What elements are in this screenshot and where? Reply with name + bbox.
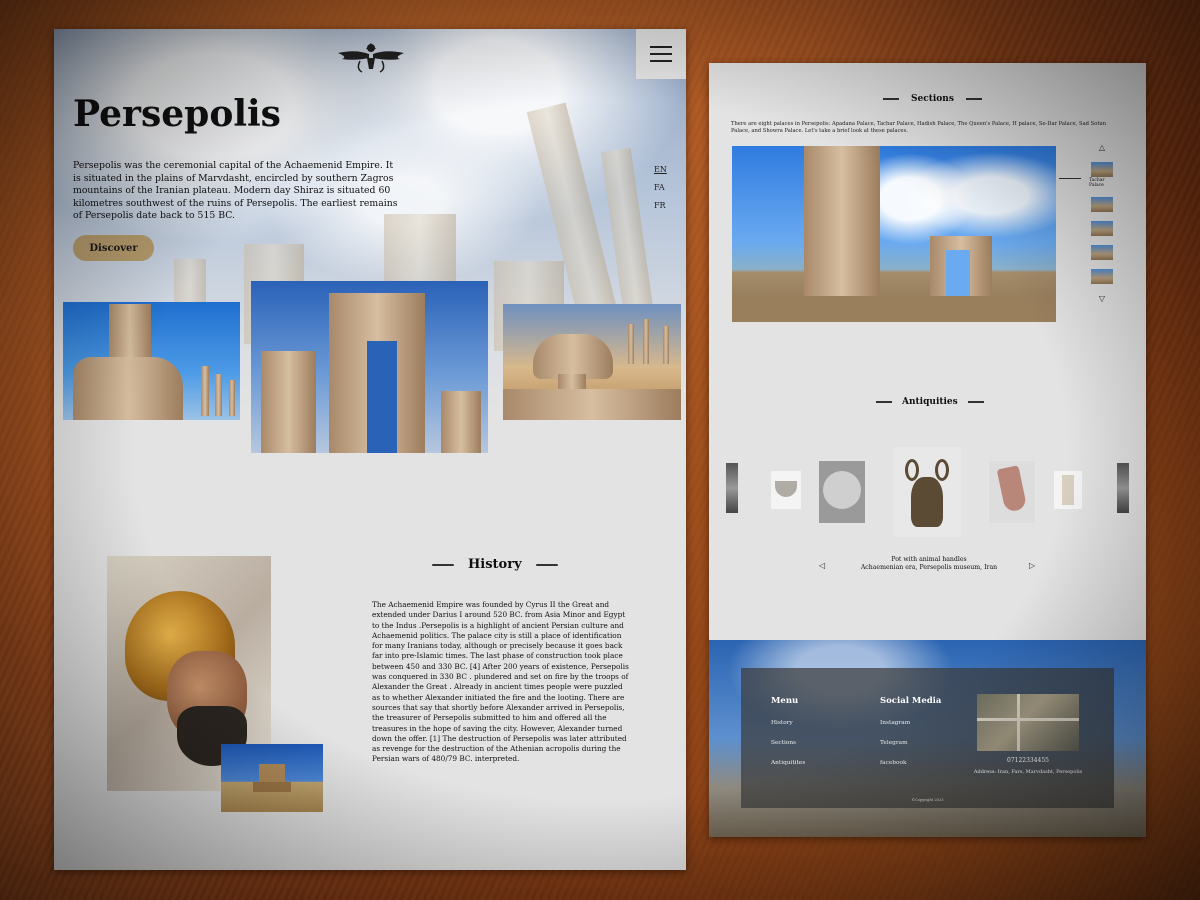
heading-ornament [535,563,558,566]
silver-plate-item[interactable] [819,461,865,523]
heading-ornament [876,401,892,403]
gate-ruins-photo [251,281,488,453]
home-page: Persepolis Persepolis was the ceremonial… [54,29,686,870]
footer-link-instagram[interactable]: Instagram [880,720,941,726]
glass-vessel-item[interactable] [1054,471,1082,509]
footer-address: Address: Iran, Fars, Marvdasht, Persepol… [973,769,1083,775]
antiquities-title: Antiquities [902,397,958,407]
section-thumbnails: △ Tachar Palace ▽ [1089,143,1115,304]
thumb-palace[interactable] [1091,221,1113,236]
antiquities-carousel [709,445,1146,537]
carousel-prev-icon[interactable]: ◁ [819,561,825,570]
cyrus-tomb-photo [221,744,323,812]
hamburger-menu-button[interactable] [636,29,686,79]
lang-fa[interactable]: FA [654,183,667,192]
language-switcher: EN FA FR [654,165,667,210]
pot-with-animal-handles-item[interactable] [893,447,961,537]
sections-title: Sections [911,94,954,104]
footer-link-telegram[interactable]: Telegram [880,740,941,746]
menu-bar-icon [650,60,672,62]
location-map[interactable] [977,694,1079,751]
footer-link-sections[interactable]: Sections [771,740,805,746]
footer-menu-title: Menu [771,696,799,706]
tachar-palace-photo [732,146,1056,322]
thumb-palace[interactable] [1091,269,1113,284]
footer-link-history[interactable]: History [771,720,805,726]
lang-fr[interactable]: FR [654,201,667,210]
history-title: History [468,557,522,572]
footer-social-title: Social Media [880,696,942,706]
footer-menu: Menu History Sections Antiquitites [771,696,805,766]
rhyton-item[interactable] [989,461,1035,523]
heading-ornament [432,563,454,566]
footer-panel: Menu History Sections Antiquitites Socia… [741,668,1114,808]
stone-bowl-item[interactable] [771,471,801,509]
thumb-pointer [1059,178,1081,179]
heading-ornament [967,401,984,403]
thumb-palace[interactable] [1091,197,1113,212]
footer-link-facebook[interactable]: facebook [880,760,941,766]
footer-copyright: ©Copyright 2023 [911,798,944,802]
antiquity-name: Pot with animal handles [891,556,967,563]
hero-description: Persepolis was the ceremonial capital of… [73,160,398,222]
lamassu-photo [63,302,240,420]
scroll-down-icon[interactable]: ▽ [1099,294,1105,304]
footer-link-antiquities[interactable]: Antiquitites [771,760,805,766]
thumb-palace[interactable] [1091,245,1113,260]
faravahar-logo-icon[interactable] [336,39,406,75]
thumb-tachar[interactable] [1091,162,1113,177]
sections-page: Sections There are eight palaces in Pers… [709,63,1146,837]
scroll-up-icon[interactable]: △ [1099,143,1105,153]
antiquity-caption: Pot with animal handles Achaemenian era,… [829,556,1029,572]
sections-description: There are eight palaces in Persepolis: A… [731,121,1107,134]
footer-social: Social Media Instagram Telegram facebook [880,696,941,766]
griffin-capital-photo [503,304,681,420]
antiquities-heading: Antiquities [876,397,984,407]
heading-ornament [883,98,899,100]
menu-bar-icon [650,46,672,48]
lang-en[interactable]: EN [654,165,667,174]
soldier-relief-item[interactable] [726,463,738,513]
footer-phone: 07122334455 [1007,757,1049,764]
thumb-label: Tachar Palace [1089,178,1105,188]
heading-ornament [965,98,982,100]
antiquity-details: Achaemenian era, Persepolis museum, Iran [860,564,998,571]
page-title: Persepolis [73,93,281,135]
history-heading: History [432,557,558,572]
sections-heading: Sections [883,94,982,104]
history-text: The Achaemenid Empire was founded by Cyr… [372,600,629,764]
soldier-relief-item[interactable] [1117,463,1129,513]
discover-button[interactable]: Discover [73,235,154,261]
menu-bar-icon [650,53,672,55]
footer: Menu History Sections Antiquitites Socia… [709,640,1146,837]
carousel-next-icon[interactable]: ▷ [1029,561,1035,570]
